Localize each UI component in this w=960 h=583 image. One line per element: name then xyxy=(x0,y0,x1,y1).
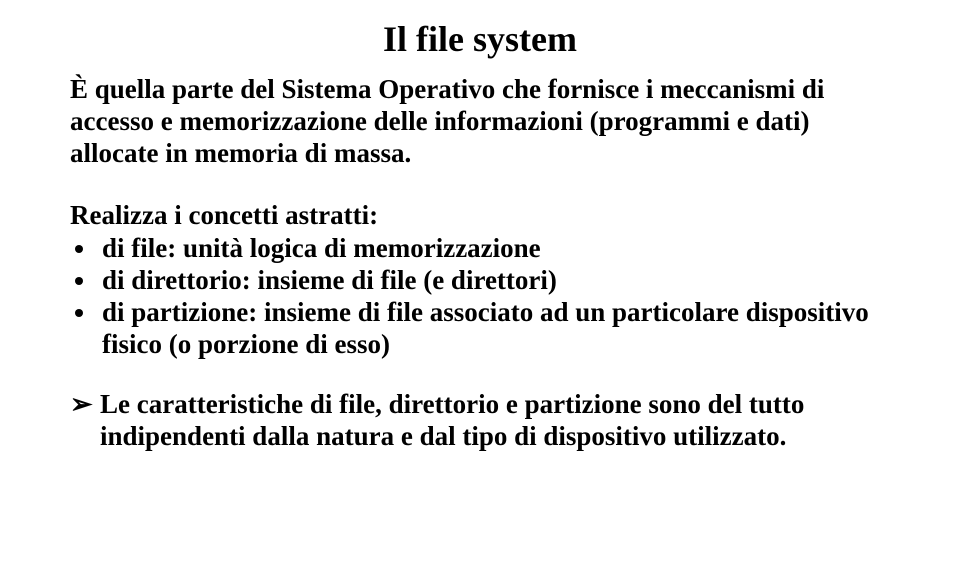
final-note: ➢ Le caratteristiche di file, direttorio… xyxy=(70,389,890,453)
list-item: di file: unità logica di memorizzazione xyxy=(98,233,890,265)
concepts-list: di file: unità logica di memorizzazione … xyxy=(70,233,890,360)
concepts-lead: Realizza i concetti astratti: xyxy=(70,200,890,232)
final-note-text: Le caratteristiche di file, direttorio e… xyxy=(100,389,890,453)
list-item: di partizione: insieme di file associato… xyxy=(98,297,890,361)
chevron-right-icon: ➢ xyxy=(70,389,100,421)
list-item: di direttorio: insieme di file (e dirett… xyxy=(98,265,890,297)
intro-paragraph: È quella parte del Sistema Operativo che… xyxy=(70,74,890,170)
document-page: Il file system È quella parte del Sistem… xyxy=(0,0,960,583)
page-title: Il file system xyxy=(70,18,890,60)
